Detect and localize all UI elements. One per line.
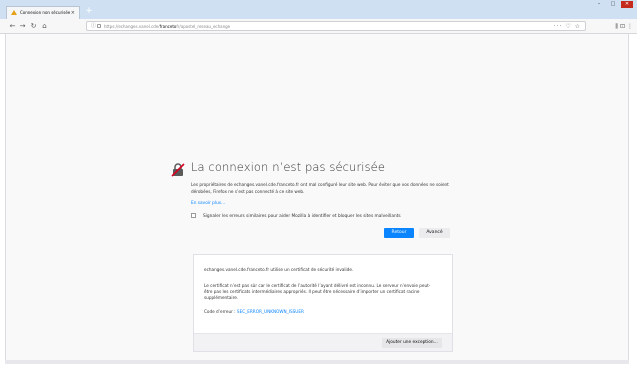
warning-icon bbox=[11, 10, 17, 15]
back-button[interactable]: Retour bbox=[384, 228, 414, 238]
error-code-label: Code d’erreur : bbox=[204, 309, 237, 314]
forward-arrow-icon[interactable]: → bbox=[18, 21, 27, 31]
tab-bar bbox=[0, 5, 637, 19]
minimize-button[interactable]: – bbox=[593, 1, 605, 8]
window-controls: – □ ✕ bbox=[593, 1, 633, 9]
navigation-bar: ← → ↻ ⌂ ⓘ https://echanges.vanel.cde/fra… bbox=[0, 19, 637, 34]
new-tab-button[interactable]: + bbox=[84, 7, 94, 17]
learn-more-link[interactable]: En savoir plus… bbox=[191, 201, 225, 206]
advanced-button[interactable]: Avancé bbox=[419, 228, 450, 238]
advanced-explanation-text: Le certificat n’est pas sûr car le certi… bbox=[204, 283, 431, 300]
advanced-invalid-cert-text: echanges.vanel.cde.franceto.fr utilise u… bbox=[204, 267, 354, 272]
info-icon[interactable]: ⓘ bbox=[91, 23, 96, 30]
home-icon[interactable]: ⌂ bbox=[40, 21, 49, 31]
report-errors-row: Signaler les erreurs similaires pour aid… bbox=[191, 213, 401, 219]
maximize-button[interactable]: □ bbox=[607, 1, 619, 8]
insecure-lock-icon bbox=[171, 163, 185, 177]
url-bar[interactable]: ⓘ https://echanges.vanel.cde/francetofr/… bbox=[86, 21, 586, 31]
tab-title: Connexion non sécurisée bbox=[20, 10, 71, 15]
report-checkbox[interactable] bbox=[191, 213, 196, 218]
close-window-button[interactable]: ✕ bbox=[621, 1, 633, 8]
back-arrow-icon[interactable]: ← bbox=[8, 21, 17, 31]
toolbar-icons[interactable]: ⫼ ⊡ ⋮ bbox=[615, 22, 633, 31]
advanced-panel: echanges.vanel.cde.franceto.fr utilise u… bbox=[193, 254, 453, 352]
lock-icon[interactable] bbox=[97, 24, 101, 28]
error-code-link[interactable]: SEC_ERROR_UNKNOWN_ISSUER bbox=[237, 309, 304, 314]
tab-close-button[interactable]: × bbox=[71, 7, 75, 19]
reload-icon[interactable]: ↻ bbox=[29, 21, 38, 31]
page-bottom-edge bbox=[5, 360, 629, 364]
add-exception-button[interactable]: Ajouter une exception… bbox=[382, 338, 442, 348]
report-label: Signaler les erreurs similaires pour aid… bbox=[203, 214, 401, 219]
tab-active[interactable]: Connexion non sécurisée × bbox=[6, 6, 80, 19]
error-code-row: Code d’erreur : SEC_ERROR_UNKNOWN_ISSUER bbox=[204, 309, 304, 314]
page-actions-icons[interactable]: ··· ♡ ☆ bbox=[554, 22, 581, 31]
error-description: Les propriétaires de echanges.vanel.cde.… bbox=[191, 182, 449, 194]
url-text[interactable]: https://echanges.vanel.cde/francetofr/ap… bbox=[104, 22, 230, 31]
error-title: La connexion n’est pas sécurisée bbox=[191, 160, 386, 174]
advanced-footer: Ajouter une exception… bbox=[194, 333, 452, 351]
